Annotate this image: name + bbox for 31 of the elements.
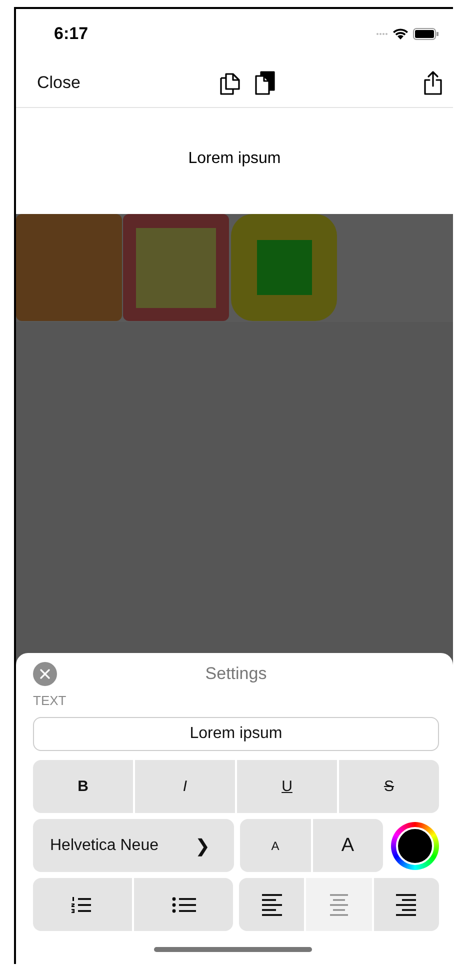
align-center-icon xyxy=(328,892,349,916)
signal-dots-icon xyxy=(376,32,388,36)
font-name: Helvetica Neue xyxy=(50,836,158,854)
align-right-icon xyxy=(396,892,416,916)
wifi-icon xyxy=(392,28,409,40)
bulleted-list-button[interactable] xyxy=(134,878,233,931)
italic-button[interactable]: I xyxy=(135,760,235,813)
share-icon[interactable] xyxy=(423,70,443,96)
copy-pages-icon[interactable] xyxy=(218,70,242,96)
status-time: 6:17 xyxy=(54,24,88,44)
bold-button[interactable]: B xyxy=(33,760,133,813)
strike-button[interactable]: S xyxy=(339,760,439,813)
chevron-icon: ❯ xyxy=(195,834,210,856)
section-label: TEXT xyxy=(33,693,68,708)
font-button[interactable]: Helvetica Neue ❯ xyxy=(33,819,234,872)
increase-size-button[interactable]: A xyxy=(312,819,383,872)
color-picker[interactable] xyxy=(391,822,439,870)
close-button[interactable]: Close xyxy=(37,73,80,93)
bulleted-list-icon xyxy=(172,896,196,914)
text-field[interactable]: Lorem ipsum xyxy=(33,717,439,751)
underline-button[interactable]: U xyxy=(237,760,337,813)
stacked-pages-icon[interactable] xyxy=(254,70,276,96)
align-left-button[interactable] xyxy=(239,878,304,931)
canvas-text: Lorem ipsum xyxy=(188,150,281,169)
decrease-size-button[interactable]: A xyxy=(240,819,310,872)
align-right-button[interactable] xyxy=(374,878,439,931)
close-icon xyxy=(40,669,50,679)
close-button[interactable] xyxy=(33,662,57,686)
align-left-icon xyxy=(262,892,282,916)
sheet-title: Settings xyxy=(204,664,268,684)
battery-icon xyxy=(413,28,439,40)
